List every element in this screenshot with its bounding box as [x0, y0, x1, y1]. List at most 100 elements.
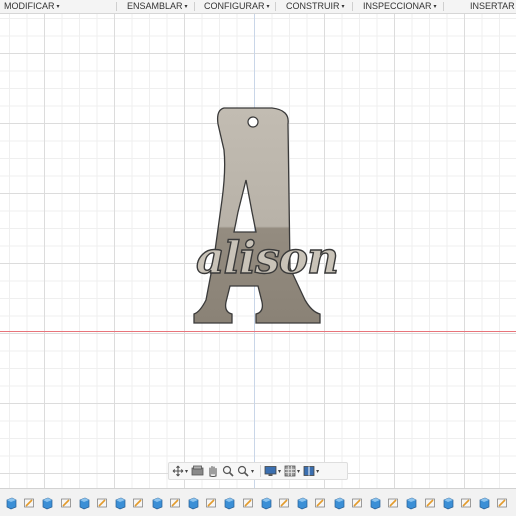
display-mode-button[interactable]: ▾ [264, 463, 281, 479]
zoom-window-icon [237, 465, 249, 477]
pan-icon [209, 465, 217, 477]
zoom-icon [222, 465, 234, 477]
menu-inspeccionar[interactable]: INSPECCIONAR ▾ [359, 0, 437, 13]
timeline-extrude-feature[interactable] [151, 496, 163, 510]
timeline-extrude-feature[interactable] [333, 496, 345, 510]
timeline-extrude-feature[interactable] [114, 496, 126, 510]
timeline-extrude-feature[interactable] [296, 496, 308, 510]
timeline-sketch-feature[interactable] [132, 496, 144, 510]
extrude-icon [79, 497, 90, 510]
extrude-icon [479, 497, 490, 510]
letter-a-body[interactable] [193, 107, 321, 324]
extrude-icon [6, 497, 17, 510]
sketch-icon [97, 498, 107, 508]
menu-separator [116, 2, 117, 11]
timeline-sketch-feature[interactable] [96, 496, 108, 510]
model-view[interactable]: alison [0, 0, 516, 516]
sketch-icon [24, 498, 35, 508]
extrude-icon [334, 497, 344, 510]
orbit-icon [172, 465, 184, 477]
timeline-extrude-feature[interactable] [5, 496, 17, 510]
extrude-icon [225, 497, 235, 510]
timeline-sketch-feature[interactable] [314, 496, 326, 510]
timeline-extrude-feature[interactable] [41, 496, 53, 510]
sketch-icon [242, 498, 253, 508]
viewports-icon [303, 466, 315, 476]
menu-ensamblar[interactable]: ENSAMBLAR ▾ [123, 0, 188, 13]
timeline-sketch-feature[interactable] [278, 496, 290, 510]
timeline-sketch-feature[interactable] [387, 496, 399, 510]
extrude-icon [407, 497, 417, 510]
menu-configurar[interactable]: CONFIGURAR ▾ [200, 0, 270, 13]
menu-separator [352, 2, 353, 11]
extrude-icon [188, 497, 199, 510]
grid-icon [284, 465, 296, 477]
nav-separator [260, 465, 262, 477]
timeline-sketch-feature[interactable] [496, 496, 508, 510]
chevron-down-icon: ▾ [251, 468, 255, 475]
timeline-sketch-feature[interactable] [242, 496, 254, 510]
timeline-bar [0, 488, 516, 516]
extrude-icon [443, 497, 454, 510]
extrude-icon [115, 497, 126, 510]
sketch-icon [388, 498, 399, 508]
sketch-icon [315, 498, 326, 508]
chevron-down-icon: ▾ [341, 4, 345, 10]
sketch-icon [60, 498, 71, 508]
extrude-icon [261, 497, 272, 510]
timeline-extrude-feature[interactable] [78, 496, 90, 510]
menu-modificar[interactable]: MODIFICAR ▾ [0, 0, 60, 13]
sketch-icon [133, 498, 144, 508]
sketch-icon [424, 498, 435, 508]
grid-settings-button[interactable]: ▾ [284, 463, 300, 479]
look-at-icon [191, 465, 204, 476]
extrude-icon [297, 497, 308, 510]
chevron-down-icon: ▾ [297, 468, 301, 475]
script-text-alison[interactable]: alison [195, 232, 339, 284]
display-mode-icon [264, 466, 277, 476]
keyring-hole-icon [247, 116, 259, 128]
chevron-down-icon: ▾ [56, 4, 60, 10]
timeline-sketch-feature[interactable] [351, 496, 363, 510]
viewports-button[interactable]: ▾ [303, 463, 319, 479]
navigation-bar: ▾ ▾ ▾ ▾ ▾ [168, 462, 348, 480]
menu-separator [443, 2, 444, 11]
timeline-extrude-feature[interactable] [442, 496, 454, 510]
toolbar-menu: MODIFICAR ▾ ENSAMBLAR ▾ CONFIGURAR ▾ CONSTR… [0, 0, 516, 14]
timeline-sketch-feature[interactable] [424, 496, 436, 510]
timeline-sketch-feature[interactable] [169, 496, 181, 510]
sketch-icon [279, 498, 289, 508]
sketch-icon [351, 498, 362, 508]
menu-construir[interactable]: CONSTRUIR ▾ [282, 0, 345, 13]
extrude-icon [152, 497, 162, 510]
sketch-icon [169, 498, 180, 508]
look-at-button[interactable] [191, 463, 204, 479]
chevron-down-icon: ▾ [316, 468, 320, 475]
timeline-extrude-feature[interactable] [223, 496, 235, 510]
sketch-icon [461, 498, 471, 508]
timeline-sketch-feature[interactable] [205, 496, 217, 510]
orbit-button[interactable]: ▾ [172, 463, 188, 479]
timeline-extrude-feature[interactable] [369, 496, 381, 510]
menu-separator [275, 2, 276, 11]
menu-separator [194, 2, 195, 11]
zoom-window-button[interactable]: ▾ [237, 463, 254, 479]
timeline-extrude-feature[interactable] [187, 496, 199, 510]
zoom-button[interactable] [222, 463, 234, 479]
extrude-icon [43, 497, 53, 510]
chevron-down-icon: ▾ [266, 4, 270, 10]
timeline-extrude-feature[interactable] [260, 496, 272, 510]
timeline-sketch-feature[interactable] [460, 496, 472, 510]
chevron-down-icon: ▾ [185, 468, 189, 475]
timeline-sketch-feature[interactable] [23, 496, 35, 510]
timeline-extrude-feature[interactable] [478, 496, 490, 510]
sketch-icon [497, 498, 508, 508]
chevron-down-icon: ▾ [433, 4, 437, 10]
sketch-icon [206, 498, 217, 508]
menu-insertar[interactable]: INSERTAR▾ [466, 0, 516, 13]
chevron-down-icon: ▾ [184, 4, 188, 10]
chevron-down-icon: ▾ [278, 468, 282, 475]
timeline-extrude-feature[interactable] [405, 496, 417, 510]
pan-button[interactable] [207, 463, 219, 479]
timeline-sketch-feature[interactable] [60, 496, 72, 510]
